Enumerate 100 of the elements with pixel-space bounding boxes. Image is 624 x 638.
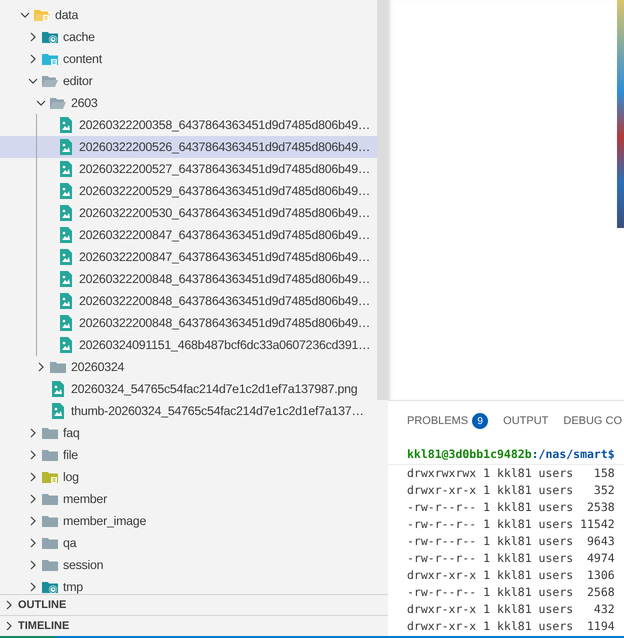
folder-icon (42, 470, 58, 484)
tree-item[interactable]: 20260324091151_468b487bcf6dc33a0607236cd391… (0, 334, 377, 356)
folder-icon (42, 514, 58, 528)
tree-item[interactable]: qa (0, 532, 377, 554)
tree-item[interactable]: member_image (0, 510, 377, 532)
tree-item[interactable]: 20260324_54765c54fac214d7e1c2d1ef7a137987.png (0, 378, 377, 400)
tree-item[interactable]: 20260322200848_6437864363451d9d7485d806b49… (0, 312, 377, 334)
folder-icon (42, 580, 58, 594)
tree-item-label: 20260322200848_6437864363451d9d7485d806b49… (79, 316, 370, 330)
tree-item[interactable]: content (0, 48, 377, 70)
tree-item-label: 20260322200527_6437864363451d9d7485d806b49… (79, 162, 370, 176)
image-file-icon (59, 117, 73, 133)
tree-item-label: tmp (63, 580, 83, 594)
tree-item-label: file (63, 448, 78, 462)
prompt-path: :/nas/smart$ (532, 447, 615, 461)
image-file-icon (51, 381, 65, 397)
tree-item[interactable]: 20260322200847_6437864363451d9d7485d806b49… (0, 224, 377, 246)
panel-tab[interactable]: OUTPUT (503, 415, 548, 427)
tree-item[interactable]: 20260322200358_6437864363451d9d7485d806b49… (0, 114, 377, 136)
tree-item[interactable]: 2603 (0, 92, 377, 114)
folder-icon (42, 52, 58, 66)
tree-item[interactable]: member (0, 488, 377, 510)
folder-icon (42, 30, 58, 44)
tree-item[interactable]: 20260322200847_6437864363451d9d7485d806b49… (0, 246, 377, 268)
image-file-icon (59, 205, 73, 221)
folder-icon (42, 492, 58, 506)
prompt-user-host: kkl81@3d0bb1c9482b (407, 447, 532, 461)
count-badge: 9 (472, 413, 488, 429)
tree-item-label: editor (63, 74, 92, 88)
terminal-line: -rw-r--r-- 1 kkl81 users 9643 (407, 533, 616, 550)
tree-item[interactable]: session (0, 554, 377, 576)
tree-item-label: content (63, 52, 102, 66)
terminal-line: drwxr-xr-x 1 kkl81 users 352 (407, 482, 616, 499)
folder-icon (50, 360, 66, 374)
tree-item[interactable]: file (0, 444, 377, 466)
tree-item-label: 20260322200848_6437864363451d9d7485d806b49… (79, 294, 370, 308)
tree-item[interactable]: 20260324 (0, 356, 377, 378)
tree-item[interactable]: faq (0, 422, 377, 444)
tree-item[interactable]: 20260322200527_6437864363451d9d7485d806b49… (0, 158, 377, 180)
tree-item-label: session (63, 558, 104, 572)
tree-item-label: member_image (63, 514, 146, 528)
tree-item[interactable]: cache (0, 26, 377, 48)
tree-item[interactable]: 20260322200530_6437864363451d9d7485d806b49… (0, 202, 377, 224)
section-title: OUTLINE (18, 599, 66, 611)
panel-tab[interactable]: DEBUG CO (563, 415, 622, 427)
terminal-line: drwxrwxrwx 1 kkl81 users 158 (407, 465, 616, 482)
image-file-icon (59, 227, 73, 243)
image-file-icon (59, 249, 73, 265)
tree-item-label: 2603 (71, 96, 98, 110)
image-file-icon (59, 139, 73, 155)
tree-item[interactable]: 20260322200529_6437864363451d9d7485d806b49… (0, 180, 377, 202)
tree-item[interactable]: data (0, 4, 377, 26)
tree-item-label: 20260322200526_6437864363451d9d7485d806b49… (79, 140, 370, 154)
tree-item-label: 20260322200530_6437864363451d9d7485d806b49… (79, 206, 370, 220)
tree-item-label: 20260322200358_6437864363451d9d7485d806b49… (79, 118, 370, 132)
tree-item[interactable]: tmp (0, 576, 377, 594)
tree-item-label: log (63, 470, 79, 484)
terminal-line: -rw-r--r-- 1 kkl81 users 2568 (407, 584, 616, 601)
tree-item[interactable]: thumb-20260324_54765c54fac214d7e1c2d1ef7a137… (0, 400, 377, 422)
scrollbar[interactable] (377, 0, 388, 400)
image-file-icon (59, 271, 73, 287)
tree-item-label: 20260322200848_6437864363451d9d7485d806b49… (79, 272, 370, 286)
tree-item[interactable]: 20260322200848_6437864363451d9d7485d806b49… (0, 290, 377, 312)
remote-indicator[interactable] (0, 636, 55, 638)
tree-item[interactable]: log (0, 466, 377, 488)
folder-icon (42, 536, 58, 550)
tree-item-label: 20260324091151_468b487bcf6dc33a0607236cd391… (79, 338, 370, 352)
open-folder-icon (50, 96, 66, 110)
folder-icon (42, 448, 58, 462)
image-file-icon (59, 315, 73, 331)
tree-item-label: 20260322200847_6437864363451d9d7485d806b49… (79, 250, 370, 264)
open-folder-icon (34, 8, 50, 22)
image-file-icon (59, 337, 73, 353)
terminal-line: -rw-r--r-- 1 kkl81 users 4974 (407, 550, 616, 567)
section-header[interactable]: OUTLINE (0, 594, 388, 615)
terminal-line: -rw-r--r-- 1 kkl81 users 11542 (407, 516, 616, 533)
chevron-right-icon (4, 621, 14, 631)
tree-item-label: cache (63, 30, 95, 44)
tree-item-label: thumb-20260324_54765c54fac214d7e1c2d1ef7a137… (71, 404, 364, 418)
image-file-icon (59, 183, 73, 199)
terminal-line: drwxr-xr-x 1 kkl81 users 432 (407, 601, 616, 618)
image-file-icon (59, 161, 73, 177)
terminal-line: drwxr-xr-x 1 kkl81 users 1306 (407, 567, 616, 584)
tree-item-label: 20260324_54765c54fac214d7e1c2d1ef7a137987.png (71, 382, 358, 396)
open-folder-icon (42, 74, 58, 88)
tree-item-label: data (55, 8, 78, 22)
tree-item-label: 20260322200529_6437864363451d9d7485d806b49… (79, 184, 370, 198)
terminal-line: -rw-r--r-- 1 kkl81 users 2538 (407, 499, 616, 516)
tree-item[interactable]: 20260322200526_6437864363451d9d7485d806b49… (0, 136, 377, 158)
tree-item[interactable]: 20260322200848_6437864363451d9d7485d806b49… (0, 268, 377, 290)
section-title: TIMELINE (18, 620, 70, 632)
folder-icon (42, 558, 58, 572)
tree-item-label: 20260322200847_6437864363451d9d7485d806b49… (79, 228, 370, 242)
image-file-icon (51, 403, 65, 419)
tree-item-label: 20260324 (71, 360, 124, 374)
folder-icon (42, 426, 58, 440)
tree-item-label: member (63, 492, 107, 506)
tree-item-label: qa (63, 536, 76, 550)
panel-tab[interactable]: PROBLEMS 9 (407, 413, 488, 429)
tree-item[interactable]: editor (0, 70, 377, 92)
